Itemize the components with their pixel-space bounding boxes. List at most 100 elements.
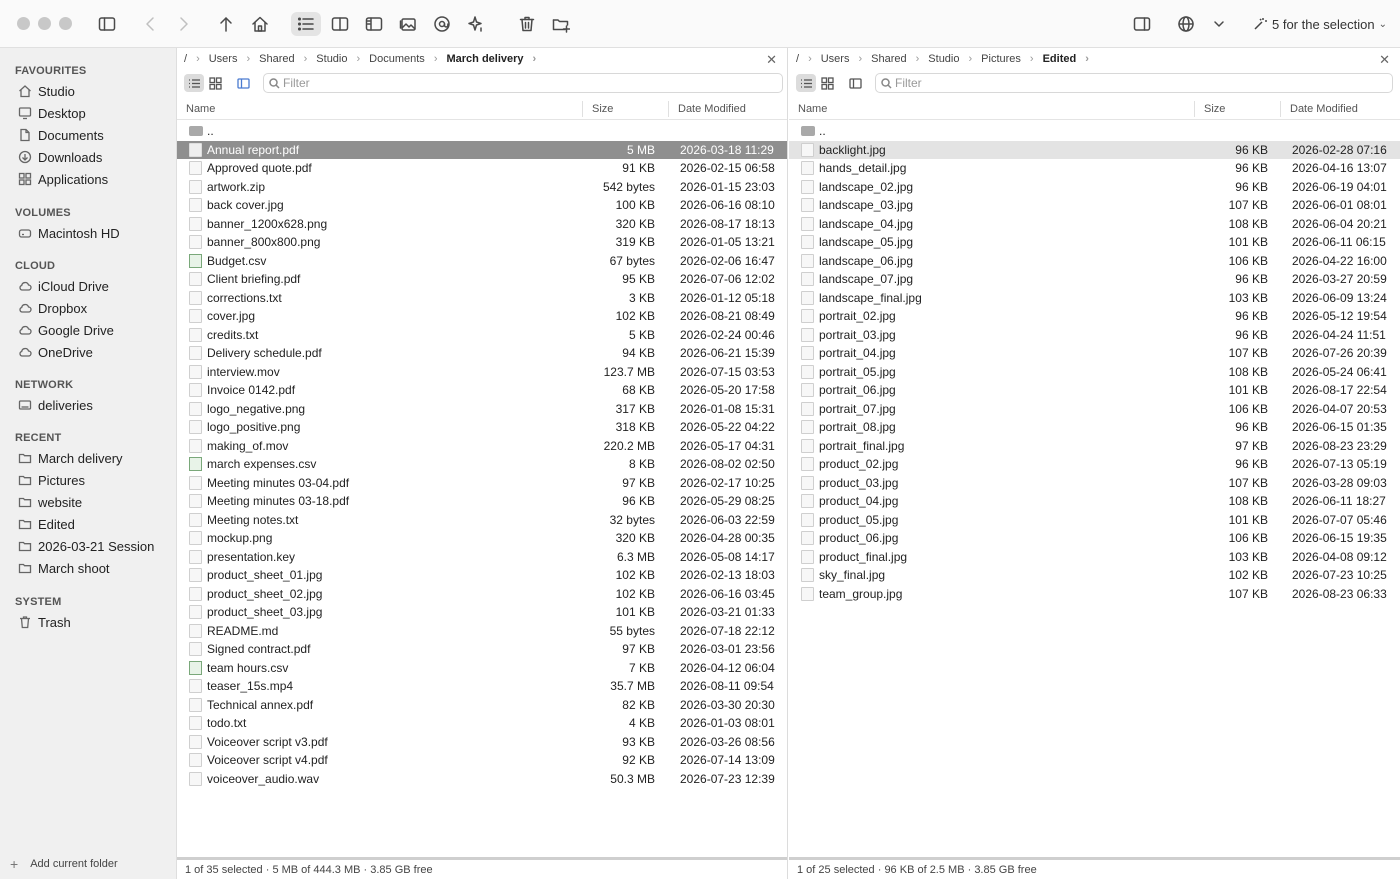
column-header-size[interactable]: Size [592,103,613,115]
table-row[interactable]: product_sheet_02.jpg 102 KB 2026-06-16 03:… [177,585,787,604]
minimize-window-button[interactable] [38,17,51,30]
sidebar-item-trash[interactable]: Trash [18,612,173,632]
trash-icon[interactable] [515,12,539,36]
sidebar-item-march-delivery[interactable]: March delivery [18,448,173,468]
table-row[interactable]: portrait_08.jpg 96 KB 2026-06-15 01:35 [789,418,1400,437]
table-row[interactable]: Approved quote.pdf 91 KB 2026-02-15 06:58 [177,159,787,178]
column-header-date[interactable]: Date Modified [1290,103,1358,115]
column-header-date[interactable]: Date Modified [678,103,746,115]
table-row[interactable]: Voiceover script v4.pdf 92 KB 2026-07-14 1… [177,751,787,770]
column-header-size[interactable]: Size [1204,103,1225,115]
table-row[interactable]: landscape_final.jpg 103 KB 2026-06-09 13:2… [789,289,1400,308]
table-row[interactable]: credits.txt 5 KB 2026-02-24 00:46 [177,326,787,345]
sidebar-item-downloads[interactable]: Downloads [18,147,173,167]
table-row[interactable]: making_of.mov 220.2 MB 2026-05-17 04:31 [177,437,787,456]
breadcrumb-item[interactable]: Studio › [928,53,981,65]
sidebar-item-dropbox[interactable]: Dropbox [18,298,173,318]
sidebar-item-march-shoot[interactable]: March shoot [18,558,173,578]
table-row[interactable]: logo_negative.png 317 KB 2026-01-08 15:31 [177,400,787,419]
list-view-icon[interactable] [291,12,321,36]
table-row[interactable]: portrait_04.jpg 107 KB 2026-07-26 20:39 [789,344,1400,363]
filter-input[interactable] [895,76,1175,90]
home-icon[interactable] [248,12,272,36]
table-row[interactable]: cover.jpg 102 KB 2026-08-21 08:49 [177,307,787,326]
breadcrumb-item[interactable]: Documents › [369,53,446,65]
parent-folder-row[interactable]: .. [789,122,1400,141]
table-row[interactable]: mockup.png 320 KB 2026-04-28 00:35 [177,529,787,548]
back-icon[interactable] [139,12,163,36]
list-view-icon[interactable] [184,74,204,92]
filter-input[interactable] [283,76,563,90]
sidebar-item-google-drive[interactable]: Google Drive [18,320,173,340]
zoom-window-button[interactable] [59,17,72,30]
breadcrumb-item[interactable]: Shared › [259,53,316,65]
breadcrumb-item[interactable]: / › [796,53,821,65]
table-row[interactable]: Client briefing.pdf 95 KB 2026-07-06 12:02 [177,270,787,289]
table-row[interactable]: landscape_06.jpg 106 KB 2026-04-22 16:00 [789,252,1400,271]
table-row[interactable]: Voiceover script v3.pdf 93 KB 2026-03-26 0… [177,733,787,752]
table-row[interactable]: team_group.jpg 107 KB 2026-08-23 06:33 [789,585,1400,604]
breadcrumb-item[interactable]: Users › [209,53,259,65]
grid-view-icon[interactable] [817,74,837,92]
table-row[interactable]: landscape_05.jpg 101 KB 2026-06-11 06:15 [789,233,1400,252]
sidebar-item-edited[interactable]: Edited [18,514,173,534]
table-row[interactable]: Delivery schedule.pdf 94 KB 2026-06-21 15:… [177,344,787,363]
table-row[interactable]: back cover.jpg 100 KB 2026-06-16 08:10 [177,196,787,215]
table-row[interactable]: Meeting minutes 03-18.pdf 96 KB 2026-05-29… [177,492,787,511]
close-window-button[interactable] [17,17,30,30]
new-folder-icon[interactable] [549,12,573,36]
table-row[interactable]: team hours.csv 7 KB 2026-04-12 06:04 [177,659,787,678]
table-row[interactable]: product_sheet_01.jpg 102 KB 2026-02-13 18:… [177,566,787,585]
sparkle-icon[interactable] [464,12,488,36]
table-row[interactable]: Signed contract.pdf 97 KB 2026-03-01 23:56 [177,640,787,659]
table-row[interactable]: README.md 55 bytes 2026-07-18 22:12 [177,622,787,641]
column-header-name[interactable]: Name [798,103,827,115]
preview-pane-icon[interactable] [362,12,386,36]
sidebar-item-desktop[interactable]: Desktop [18,103,173,123]
table-row[interactable]: portrait_02.jpg 96 KB 2026-05-12 19:54 [789,307,1400,326]
column-view-icon[interactable] [845,74,865,92]
inspector-toggle-icon[interactable] [1130,12,1154,36]
table-row[interactable]: portrait_06.jpg 101 KB 2026-08-17 22:54 [789,381,1400,400]
column-header-name[interactable]: Name [186,103,215,115]
grid-view-icon[interactable] [205,74,225,92]
sidebar-item-onedrive[interactable]: OneDrive [18,342,173,362]
breadcrumb-item[interactable]: Pictures › [981,53,1042,65]
table-row[interactable]: Technical annex.pdf 82 KB 2026-03-30 20:30 [177,696,787,715]
sidebar-item-applications[interactable]: Applications [18,169,173,189]
table-row[interactable]: march expenses.csv 8 KB 2026-08-02 02:50 [177,455,787,474]
table-row[interactable]: product_final.jpg 103 KB 2026-04-08 09:12 [789,548,1400,567]
table-row[interactable]: landscape_07.jpg 96 KB 2026-03-27 20:59 [789,270,1400,289]
table-row[interactable]: product_02.jpg 96 KB 2026-07-13 05:19 [789,455,1400,474]
sidebar-item-studio[interactable]: Studio [18,81,173,101]
globe-icon[interactable] [1174,12,1198,36]
table-row[interactable]: voiceover_audio.wav 50.3 MB 2026-07-23 12:… [177,770,787,789]
column-view-icon[interactable] [233,74,253,92]
breadcrumb-item[interactable]: March delivery › [446,53,545,65]
table-row[interactable]: portrait_05.jpg 108 KB 2026-05-24 06:41 [789,363,1400,382]
table-row[interactable]: landscape_03.jpg 107 KB 2026-06-01 08:01 [789,196,1400,215]
gallery-icon[interactable] [396,12,420,36]
sidebar-item-icloud-drive[interactable]: iCloud Drive [18,276,173,296]
sidebar-item-session[interactable]: 2026-03-21 Session [18,536,173,556]
close-tab-icon[interactable]: ✕ [766,52,777,68]
add-current-folder-button[interactable]: + Add current folder [10,856,118,872]
table-row[interactable]: portrait_03.jpg 96 KB 2026-04-24 11:51 [789,326,1400,345]
table-row[interactable]: landscape_02.jpg 96 KB 2026-06-19 04:01 [789,178,1400,197]
table-row[interactable]: todo.txt 4 KB 2026-01-03 08:01 [177,714,787,733]
sidebar-item-macintosh-hd[interactable]: Macintosh HD [18,223,173,243]
dual-pane-icon[interactable] [328,12,352,36]
breadcrumb-item[interactable]: / › [184,53,209,65]
list-view-icon[interactable] [796,74,816,92]
parent-folder-icon[interactable] [214,12,238,36]
table-row[interactable]: product_06.jpg 106 KB 2026-06-15 19:35 [789,529,1400,548]
sidebar-item-deliveries[interactable]: deliveries [18,395,173,415]
table-row[interactable]: Invoice 0142.pdf 68 KB 2026-05-20 17:58 [177,381,787,400]
close-tab-icon[interactable]: ✕ [1379,52,1390,68]
table-row[interactable]: product_03.jpg 107 KB 2026-03-28 09:03 [789,474,1400,493]
sidebar-toggle-icon[interactable] [95,12,119,36]
sidebar-item-documents[interactable]: Documents [18,125,173,145]
chevron-down-icon[interactable] [1207,12,1231,36]
table-row[interactable]: portrait_07.jpg 106 KB 2026-04-07 20:53 [789,400,1400,419]
breadcrumb-item[interactable]: Users › [821,53,871,65]
